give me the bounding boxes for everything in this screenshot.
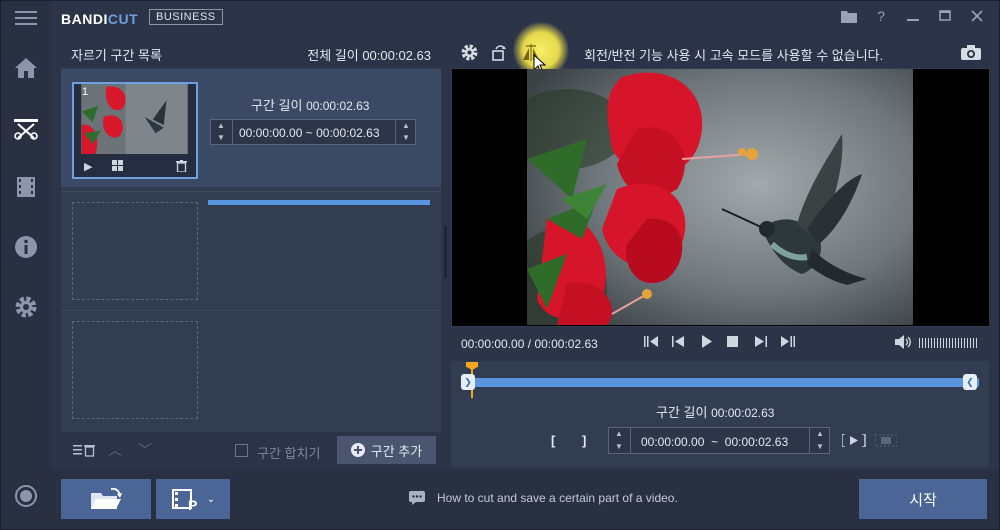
empty-segment-slot	[72, 321, 198, 419]
end-up-arrow[interactable]: ▲	[396, 120, 416, 132]
bottom-bar: P ⌄ How to cut and save a certain part o…	[51, 470, 999, 529]
add-segment-button[interactable]: 구간 추가	[337, 436, 436, 464]
plus-circle-icon	[350, 443, 365, 457]
info-icon[interactable]	[13, 234, 39, 260]
range-start-up-arrow[interactable]: ▲	[609, 428, 629, 440]
prev-frame-icon[interactable]	[672, 335, 684, 351]
go-end-icon[interactable]	[781, 335, 795, 351]
move-down-icon[interactable]: ﹀	[138, 440, 152, 460]
segment-preview-icon[interactable]	[874, 434, 898, 450]
range-length: 구간 길이 00:00:02.63	[656, 405, 775, 420]
go-start-icon[interactable]	[644, 335, 658, 351]
film-format-icon: P	[171, 489, 197, 511]
range-text[interactable]: 00:00:00.00 ~ 00:00:02.63	[641, 435, 788, 449]
open-file-button[interactable]	[61, 479, 151, 519]
playback-time: 00:00:00.00 / 00:00:02.63	[461, 337, 598, 351]
segment-index: 1	[82, 86, 89, 98]
delete-all-icon[interactable]	[73, 442, 97, 461]
timeline-end-handle[interactable]: ❮	[963, 374, 977, 390]
timeline-start-handle[interactable]: ❯	[461, 374, 475, 390]
merge-label: 구간 합치기	[257, 446, 321, 461]
menu-icon[interactable]	[13, 5, 39, 31]
play-icon[interactable]	[701, 335, 713, 351]
rotate-icon[interactable]	[491, 44, 507, 64]
start-button[interactable]: 시작	[859, 479, 987, 519]
range-start-down-arrow[interactable]: ▼	[609, 441, 629, 453]
panel-splitter[interactable]	[444, 226, 447, 278]
edition-badge: BUSINESS	[149, 9, 223, 25]
tip-icon	[409, 491, 425, 508]
grid-icon[interactable]	[112, 160, 123, 174]
merge-checkbox[interactable]	[235, 444, 248, 457]
output-format-button[interactable]: P ⌄	[156, 479, 230, 519]
range-stepper[interactable]: ▲ ▼ 00:00:00.00 ~ 00:00:02.63 ▲ ▼	[608, 427, 830, 454]
help-icon[interactable]: ?	[871, 7, 891, 25]
cut-icon[interactable]	[13, 115, 39, 141]
home-icon[interactable]	[13, 55, 39, 81]
preview-panel: 회전/반전 기능 사용 시 고속 모드를 사용할 수 없습니다. 00:00:0…	[451, 22, 989, 468]
trash-icon[interactable]	[176, 160, 187, 175]
next-frame-icon[interactable]	[755, 335, 767, 351]
segment-list-header: 자르기 구간 목록 전체 길이 00:00:02.63	[61, 36, 441, 68]
video-preview[interactable]	[452, 69, 989, 326]
chevron-down-icon[interactable]: ⌄	[207, 494, 215, 505]
minimize-icon[interactable]	[903, 7, 923, 25]
start-up-arrow[interactable]: ▲	[211, 120, 231, 132]
set-end-button[interactable]: ]	[582, 433, 586, 448]
segment-range-text[interactable]: 00:00:00.00 ~ 00:00:02.63	[239, 126, 380, 140]
total-length: 전체 길이 00:00:02.63	[307, 48, 431, 63]
segment-range-stepper[interactable]: ▲ ▼ 00:00:00.00 ~ 00:00:02.63 ▲ ▼	[210, 119, 416, 145]
gear-icon[interactable]	[461, 44, 478, 64]
playback-bar: 00:00:00.00 / 00:00:02.63	[451, 327, 989, 361]
volume-slider[interactable]	[919, 338, 979, 348]
rotation-warning: 회전/반전 기능 사용 시 고속 모드를 사용할 수 없습니다.	[584, 48, 884, 63]
start-down-arrow[interactable]: ▼	[211, 132, 231, 144]
play-icon[interactable]: ▶	[84, 160, 92, 173]
preview-toolbar: 회전/반전 기능 사용 시 고속 모드를 사용할 수 없습니다.	[451, 22, 989, 78]
record-icon[interactable]	[13, 483, 39, 509]
end-down-arrow[interactable]: ▼	[396, 132, 416, 144]
segment-list-footer: ︿ ﹀ 구간 합치기 구간 추가	[61, 432, 441, 468]
tip-link[interactable]: How to cut and save a certain part of a …	[437, 491, 678, 505]
volume-icon[interactable]	[895, 335, 913, 352]
app-logo: BANDICUT	[61, 11, 139, 27]
segment-list-panel: 자르기 구간 목록 전체 길이 00:00:02.63 1 ▶ 구간 길이 00…	[61, 36, 441, 468]
stop-icon[interactable]	[727, 335, 739, 351]
segment-thumbnail[interactable]: 1 ▶	[72, 82, 198, 179]
empty-segment-slot	[72, 202, 198, 300]
sidebar	[1, 1, 51, 529]
close-icon[interactable]	[967, 7, 987, 25]
set-start-button[interactable]: [	[551, 433, 555, 448]
segment-list-title: 자르기 구간 목록	[71, 48, 162, 63]
timeline-track[interactable]	[461, 378, 979, 387]
range-end-down-arrow[interactable]: ▼	[810, 441, 830, 453]
play-segment-icon[interactable]	[841, 433, 866, 450]
open-folder-icon	[91, 487, 122, 509]
move-up-icon[interactable]: ︿	[108, 440, 122, 460]
maximize-icon[interactable]	[935, 7, 955, 25]
camera-icon[interactable]	[961, 44, 981, 63]
segment-item[interactable]: 1 ▶ 구간 길이 00:00:02.63 ▲ ▼ 00:00:00.00 ~ …	[61, 69, 441, 205]
thumbnail-image	[81, 84, 188, 154]
svg-text:P: P	[188, 497, 197, 511]
segment-length: 구간 길이 00:00:02.63	[251, 98, 370, 113]
film-icon[interactable]	[13, 174, 39, 200]
settings-icon[interactable]	[13, 294, 39, 320]
segment-progress-bar	[208, 200, 430, 205]
range-end-up-arrow[interactable]: ▲	[810, 428, 830, 440]
video-frame	[527, 69, 913, 325]
folder-icon[interactable]	[839, 7, 859, 25]
